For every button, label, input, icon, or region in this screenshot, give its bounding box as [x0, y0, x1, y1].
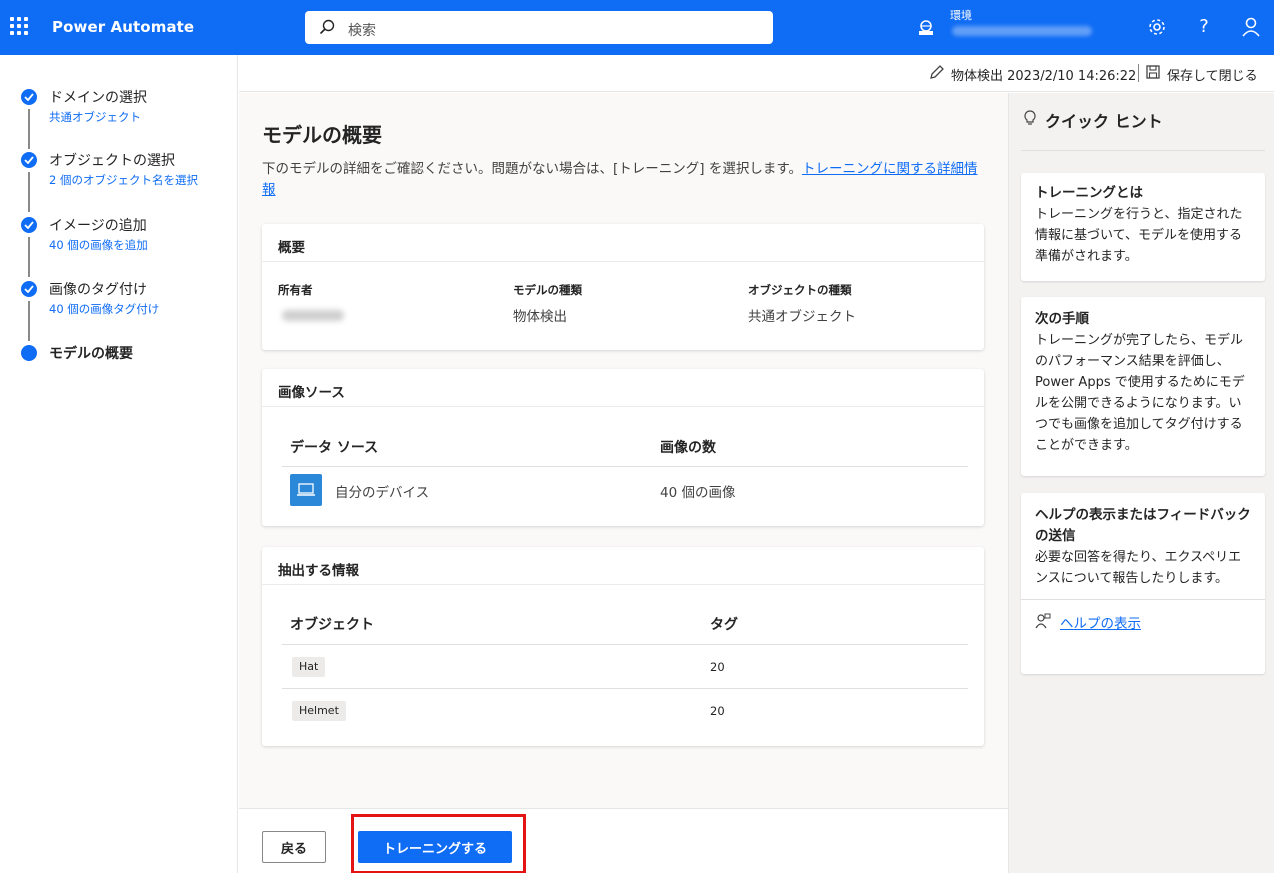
- search-box[interactable]: 検索: [305, 11, 773, 44]
- edit-icon[interactable]: [929, 64, 945, 80]
- card-title: 画像ソース: [262, 369, 984, 407]
- step-connector: [28, 301, 30, 341]
- panel-title: クイック ヒント: [1045, 112, 1163, 131]
- save-and-close-button[interactable]: 保存して閉じる: [1167, 65, 1258, 84]
- train-button[interactable]: トレーニングする: [358, 831, 512, 863]
- step-subtitle: 共通オブジェクト: [49, 110, 141, 124]
- environment-icon[interactable]: [917, 19, 935, 37]
- step-subtitle: 40 個の画像タグ付け: [49, 302, 160, 316]
- command-bar: 物体検出 2023/2/10 14:26:22 保存して閉じる: [239, 55, 1274, 92]
- footer-bar: 戻る トレーニングする: [239, 808, 1008, 873]
- lightbulb-icon: [1024, 110, 1036, 125]
- check-icon: [21, 152, 37, 168]
- save-icon: [1146, 65, 1160, 79]
- card-title: 概要: [262, 224, 984, 262]
- object-tag-chip: Hat: [292, 657, 326, 677]
- step-title: オブジェクトの選択: [49, 153, 175, 169]
- environment-name-redacted[interactable]: [952, 26, 1092, 36]
- search-icon: [319, 19, 335, 35]
- step-connector: [28, 237, 30, 277]
- top-bar: Power Automate 検索 環境 ?: [0, 0, 1274, 55]
- owner-label: 所有者: [278, 283, 313, 297]
- step-navigation: ドメインの選択 共通オブジェクト オブジェクトの選択 2 個のオブジェクト名を選…: [0, 55, 238, 873]
- divider: [282, 644, 968, 645]
- help-icon[interactable]: ?: [1193, 16, 1215, 38]
- object-tag-chip: Helmet: [292, 701, 346, 721]
- app-title[interactable]: Power Automate: [52, 18, 194, 36]
- hint-card-body: トレーニングを行うと、指定された情報に基づいて、モデルを使用する準備がされます。: [1035, 207, 1243, 264]
- card-title: 抽出する情報: [262, 547, 984, 585]
- main-content: モデルの概要 下のモデルの詳細をご確認ください。問題がない場合は、[トレーニング…: [239, 93, 1008, 808]
- page-description: 下のモデルの詳細をご確認ください。問題がない場合は、[トレーニング] を選択しま…: [262, 159, 982, 201]
- tag-count: 20: [710, 660, 725, 674]
- gear-icon[interactable]: [1146, 16, 1168, 38]
- model-name-date[interactable]: 物体検出 2023/2/10 14:26:22: [951, 65, 1136, 84]
- feedback-icon: [1035, 613, 1051, 629]
- image-count-value: 40 個の画像: [660, 485, 736, 501]
- column-header-object: オブジェクト: [290, 617, 374, 633]
- divider: [1138, 64, 1139, 82]
- tag-count: 20: [710, 704, 725, 718]
- column-header-data-source: データ ソース: [290, 440, 379, 456]
- waffle-icon[interactable]: [10, 17, 28, 35]
- check-icon: [21, 281, 37, 297]
- back-button[interactable]: 戻る: [262, 831, 326, 863]
- column-header-tag: タグ: [710, 617, 738, 633]
- hint-card-title: 次の手順: [1035, 311, 1089, 327]
- step-title: モデルの概要: [49, 346, 133, 362]
- step-title: 画像のタグ付け: [49, 282, 147, 298]
- step-connector: [28, 109, 30, 149]
- model-type-label: モデルの種類: [513, 283, 582, 297]
- hint-card-title: トレーニングとは: [1035, 185, 1143, 201]
- current-step-icon: [21, 345, 37, 361]
- help-link-row: ヘルプの表示: [1021, 599, 1265, 637]
- model-type-value: 物体検出: [513, 309, 567, 325]
- step-connector: [28, 172, 30, 212]
- step-title: イメージの追加: [49, 218, 147, 234]
- description-text: 下のモデルの詳細をご確認ください。問題がない場合は、[トレーニング] を選択しま…: [262, 161, 802, 177]
- image-source-card: 画像ソース データ ソース 画像の数 自分のデバイス 40 個の画像: [262, 369, 984, 526]
- divider: [282, 466, 968, 467]
- environment-label: 環境: [950, 9, 972, 22]
- laptop-icon: [290, 474, 322, 506]
- help-link[interactable]: ヘルプの表示: [1060, 612, 1141, 632]
- page-title: モデルの概要: [262, 123, 382, 147]
- step-subtitle: 40 個の画像を追加: [49, 238, 148, 252]
- search-input[interactable]: 検索: [348, 20, 376, 40]
- data-source-value: 自分のデバイス: [335, 485, 430, 501]
- divider: [1021, 150, 1265, 151]
- step-subtitle: 2 個のオブジェクト名を選択: [49, 173, 198, 187]
- divider: [282, 688, 968, 689]
- quick-hints-panel: クイック ヒント トレーニングとは トレーニングを行うと、指定された情報に基づい…: [1008, 93, 1274, 873]
- account-icon[interactable]: [1240, 16, 1262, 38]
- owner-value-redacted: [282, 310, 344, 321]
- hint-card-body: 必要な回答を得たり、エクスペリエンスについて報告したりします。: [1035, 550, 1242, 586]
- hint-card-body: トレーニングが完了したら、モデルのパフォーマンス結果を評価し、Power App…: [1035, 333, 1245, 453]
- hint-card-next-steps: 次の手順 トレーニングが完了したら、モデルのパフォーマンス結果を評価し、Powe…: [1021, 297, 1265, 476]
- object-type-value: 共通オブジェクト: [748, 309, 856, 325]
- hint-card-help: ヘルプの表示またはフィードバックの送信 必要な回答を得たり、エクスペリエンスにつ…: [1021, 493, 1265, 674]
- extract-info-card: 抽出する情報 オブジェクト タグ Hat 20 Helmet 20: [262, 547, 984, 746]
- step-title: ドメインの選択: [49, 90, 147, 106]
- check-icon: [21, 217, 37, 233]
- column-header-image-count: 画像の数: [660, 440, 716, 456]
- object-type-label: オブジェクトの種類: [748, 283, 852, 297]
- hint-card-title: ヘルプの表示またはフィードバックの送信: [1035, 507, 1251, 544]
- overview-card: 概要 所有者 モデルの種類 物体検出 オブジェクトの種類 共通オブジェクト: [262, 224, 984, 350]
- hint-card-training: トレーニングとは トレーニングを行うと、指定された情報に基づいて、モデルを使用す…: [1021, 173, 1265, 281]
- check-icon: [21, 89, 37, 105]
